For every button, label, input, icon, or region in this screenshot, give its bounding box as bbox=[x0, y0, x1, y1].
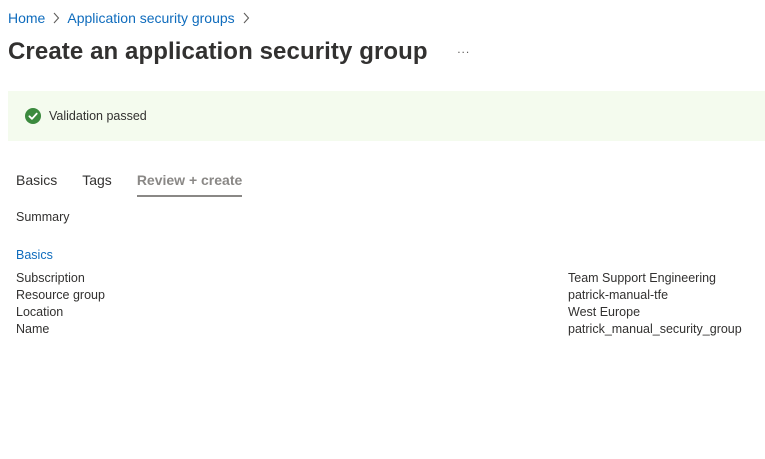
validation-banner: Validation passed bbox=[8, 91, 765, 141]
summary-row-subscription: Subscription Team Support Engineering bbox=[16, 270, 756, 287]
summary-value: patrick_manual_security_group bbox=[568, 322, 742, 336]
summary-value: Team Support Engineering bbox=[568, 271, 717, 285]
summary-key: Resource group bbox=[16, 288, 105, 302]
summary-value: patrick-manual-tfe bbox=[568, 288, 669, 302]
tab-review-create[interactable]: Review + create bbox=[136, 168, 243, 197]
chevron-right-icon bbox=[45, 8, 67, 28]
tab-basics[interactable]: Basics bbox=[16, 168, 57, 194]
chevron-right-icon bbox=[235, 8, 257, 28]
breadcrumb-asg-link[interactable]: Application security groups bbox=[67, 10, 234, 26]
wizard-tabs: Basics Tags Review + create bbox=[16, 168, 267, 198]
summary-details: Subscription Team Support Engineering Re… bbox=[16, 270, 756, 338]
breadcrumb: Home Application security groups bbox=[8, 8, 257, 28]
tab-tags[interactable]: Tags bbox=[82, 168, 112, 194]
summary-key: Subscription bbox=[16, 271, 85, 285]
validation-status-text: Validation passed bbox=[49, 109, 147, 123]
summary-key: Name bbox=[16, 322, 50, 336]
checkmark-circle-icon bbox=[25, 108, 41, 124]
page-title: Create an application security group bbox=[8, 38, 428, 65]
summary-value: West Europe bbox=[568, 305, 641, 319]
create-asg-page: Home Application security groups Create … bbox=[0, 0, 765, 459]
basics-section-title: Basics bbox=[16, 248, 53, 262]
more-horizontal-icon[interactable]: ... bbox=[454, 39, 474, 65]
summary-row-resource-group: Resource group patrick-manual-tfe bbox=[16, 287, 756, 304]
summary-row-name: Name patrick_manual_security_group bbox=[16, 321, 756, 338]
summary-row-location: Location West Europe bbox=[16, 304, 756, 321]
summary-key: Location bbox=[16, 305, 64, 319]
breadcrumb-home-link[interactable]: Home bbox=[8, 10, 45, 26]
summary-heading: Summary bbox=[16, 210, 70, 224]
title-row: Create an application security group ... bbox=[8, 36, 474, 68]
